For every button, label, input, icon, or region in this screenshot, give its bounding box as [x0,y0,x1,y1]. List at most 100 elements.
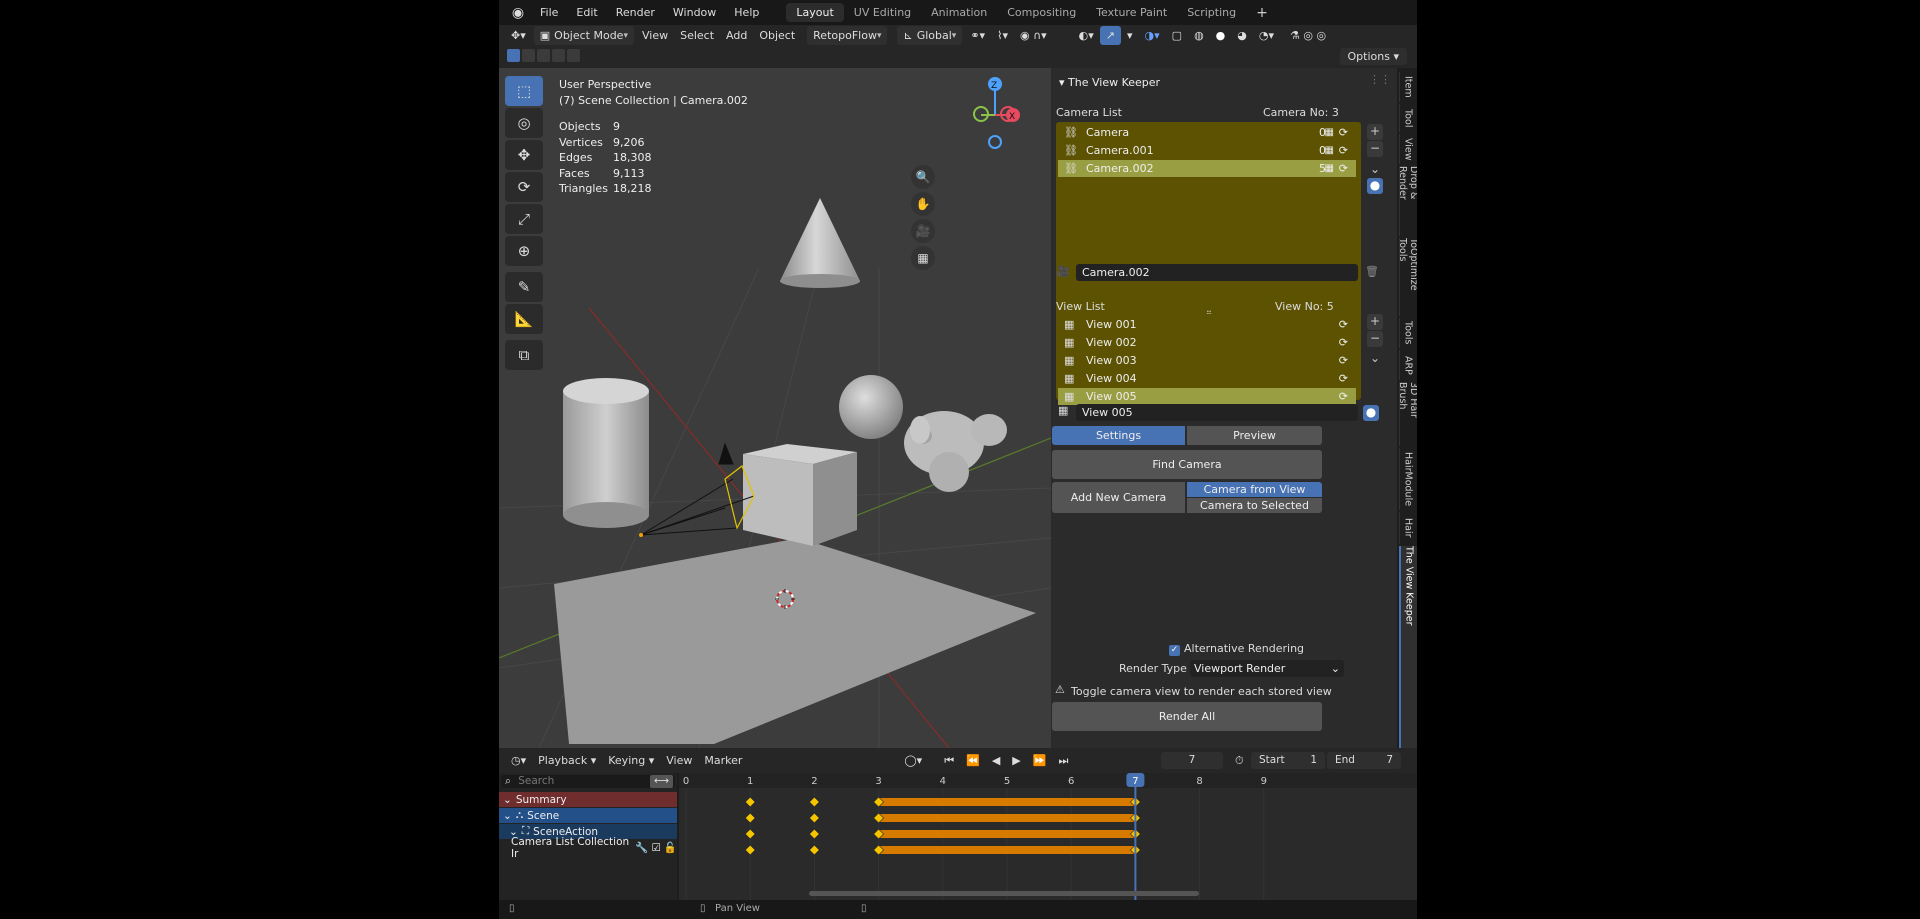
next-keyframe-icon[interactable]: ⏩ [1027,751,1053,770]
render-all-button[interactable]: Render All [1052,702,1322,731]
wrench-icon[interactable]: 🔧 [635,841,648,854]
list-item[interactable]: ⛓ Camera 0 ▦ ⟳ [1058,124,1356,141]
perspective-grid-icon[interactable]: ▦ [1325,163,1334,174]
refresh-icon[interactable]: ⟳ [1339,390,1348,403]
tab-settings[interactable]: Settings [1052,426,1185,445]
options-dropdown[interactable]: Options ▾ [1339,48,1407,65]
plane-mesh[interactable] [554,538,1036,744]
channel-summary[interactable]: ⌄ Summary [499,792,677,807]
tab-uv-editing[interactable]: UV Editing [844,3,921,22]
visibility-icon[interactable]: ◐▾ [1073,26,1100,45]
collapse-icon[interactable]: ⌄ [503,810,512,822]
menu-keying[interactable]: Keying ▾ [602,751,660,770]
cursor-tool-icon[interactable]: ◎ [505,108,543,138]
lock-icon[interactable]: 🔓 [664,841,677,854]
add-camera-icon[interactable]: + [1367,124,1383,140]
end-frame-field[interactable]: End 7 [1327,752,1401,769]
camera-view-icon[interactable]: 🎥 [911,219,935,243]
view-menu-chevron-icon[interactable]: ⌄ [1367,351,1383,367]
mode-dropdown[interactable]: ▣ Object Mode [533,26,634,45]
menu-help[interactable]: Help [725,6,768,19]
add-cube-tool-icon[interactable]: ⧉ [505,340,543,370]
xray-icon[interactable]: ▢ [1166,26,1188,45]
tab-item[interactable]: Item [1399,72,1416,102]
jump-end-icon[interactable]: ⏭ [1052,751,1074,770]
select-subtract-icon[interactable] [537,49,550,62]
scale-tool-icon[interactable]: ⤢ [505,204,543,234]
start-frame-field[interactable]: Start 1 [1251,752,1325,769]
refresh-icon[interactable]: ⟳ [1339,318,1348,331]
select-intersect-icon[interactable] [567,49,580,62]
channel-camera-list[interactable]: Camera List Collection Ir 🔧 ☑ 🔓 [499,836,677,860]
camera-list[interactable]: ⛓ Camera 0 ▦ ⟳ ⛓ Camera.001 0 ▦ ⟳ ⛓ Camera.00… [1056,122,1361,330]
view-active-toggle-icon[interactable]: ● [1363,405,1379,421]
render-type-select[interactable]: Viewport Render ⌄ [1190,660,1344,677]
alternative-rendering-checkbox[interactable]: ✓ Alternative Rendering [1169,642,1304,656]
refresh-icon[interactable]: ⟳ [1339,162,1348,175]
list-item[interactable]: ▦ View 002 ⟳ [1058,334,1356,351]
swap-icon[interactable]: ⟷ [649,775,673,788]
play-reverse-icon[interactable]: ◀ [986,751,1006,770]
perspective-grid-icon[interactable]: ▦ [1325,127,1334,138]
3d-viewport[interactable]: Z X ⬚ ◎ ✥ ⟳ ⤢ ⊕ ✎ 📐 ⧉ User Perspective (… [499,68,1051,748]
camera-name-field[interactable]: Camera.002 [1076,264,1358,281]
trash-icon[interactable]: 🗑 [1365,265,1379,278]
overlay-toggle-icon[interactable]: ◑▾ [1139,26,1166,45]
cube-mesh[interactable] [743,444,857,546]
shading-material-icon[interactable]: ◕ [1231,26,1253,45]
tab-layout[interactable]: Layout [786,3,844,22]
camera-from-view-option[interactable]: Camera from View [1187,482,1322,497]
measure-tool-icon[interactable]: 📐 [505,304,543,334]
tab-animation[interactable]: Animation [921,3,997,22]
suzanne-mesh[interactable] [904,411,1007,492]
addon-header-icons[interactable]: ⚗ ◎ ◎ [1284,26,1332,45]
remove-camera-icon[interactable]: − [1367,141,1383,157]
menu-window[interactable]: Window [664,6,725,19]
menu-select[interactable]: Select [674,26,720,45]
tab-view[interactable]: View [1399,134,1416,164]
snap-icon[interactable]: ⌇▾ [991,26,1014,45]
pan-hand-icon[interactable]: ✋ [911,192,935,216]
cone-mesh[interactable] [780,198,860,288]
tab-scripting[interactable]: Scripting [1177,3,1246,22]
add-view-icon[interactable]: + [1367,314,1383,330]
dopesheet-area[interactable]: 01234567897 [679,773,1417,900]
view-name-field[interactable]: View 005 [1076,404,1358,421]
blender-logo-icon[interactable]: ◉ [507,2,529,24]
refresh-icon[interactable]: ⟳ [1339,126,1348,139]
jump-start-icon[interactable]: ⏮ [938,751,960,770]
annotate-tool-icon[interactable]: ✎ [505,272,543,302]
gizmo-dropdown-icon[interactable]: ▾ [1121,26,1139,45]
add-new-camera-button[interactable]: Add New Camera [1052,482,1185,513]
stopwatch-icon[interactable]: ⏱ [1235,754,1244,768]
perspective-grid-icon[interactable]: ▦ [1325,145,1334,156]
list-item[interactable]: ⛓ Camera.001 0 ▦ ⟳ [1058,142,1356,159]
tab-compositing[interactable]: Compositing [997,3,1086,22]
tab-arp[interactable]: ARP [1399,350,1416,380]
play-icon[interactable]: ▶ [1006,751,1026,770]
menu-file[interactable]: File [531,6,567,19]
menu-render[interactable]: Render [607,6,664,19]
transform-tool-icon[interactable]: ⊕ [505,236,543,266]
camera-menu-chevron-icon[interactable]: ⌄ [1367,162,1383,178]
timeline-editor-type-icon[interactable]: ◷▾ [505,751,532,770]
list-item[interactable]: ⛓ Camera.002 5 ▦ ⟳ [1058,160,1356,177]
select-new-icon[interactable] [507,49,520,62]
menu-marker[interactable]: Marker [698,751,748,770]
menu-edit[interactable]: Edit [567,6,606,19]
view-list[interactable]: ▦ View 001 ⟳ ▦ View 002 ⟳ ▦ View 003 ⟳ ▦ Vie… [1056,314,1361,405]
find-camera-button[interactable]: Find Camera [1052,450,1322,479]
menu-playback[interactable]: Playback ▾ [532,751,602,770]
list-item[interactable]: ▦ View 001 ⟳ [1058,316,1356,333]
pivot-icon[interactable]: ⚭▾ [964,26,991,45]
tab-the-view-keeper[interactable]: The View Keeper [1399,546,1417,748]
editor-type-icon[interactable]: ✥▾ [505,26,532,45]
navigation-gizmo[interactable]: Z X [973,77,1020,149]
collapse-icon[interactable]: ⌄ [503,794,512,806]
gizmo-toggle-icon[interactable]: ↗ [1099,26,1121,45]
menu-add[interactable]: Add [720,26,753,45]
tab-preview[interactable]: Preview [1187,426,1322,445]
menu-timeline-view[interactable]: View [660,751,698,770]
retopoflow-menu[interactable]: RetopoFlow [807,26,888,45]
move-tool-icon[interactable]: ✥ [505,140,543,170]
